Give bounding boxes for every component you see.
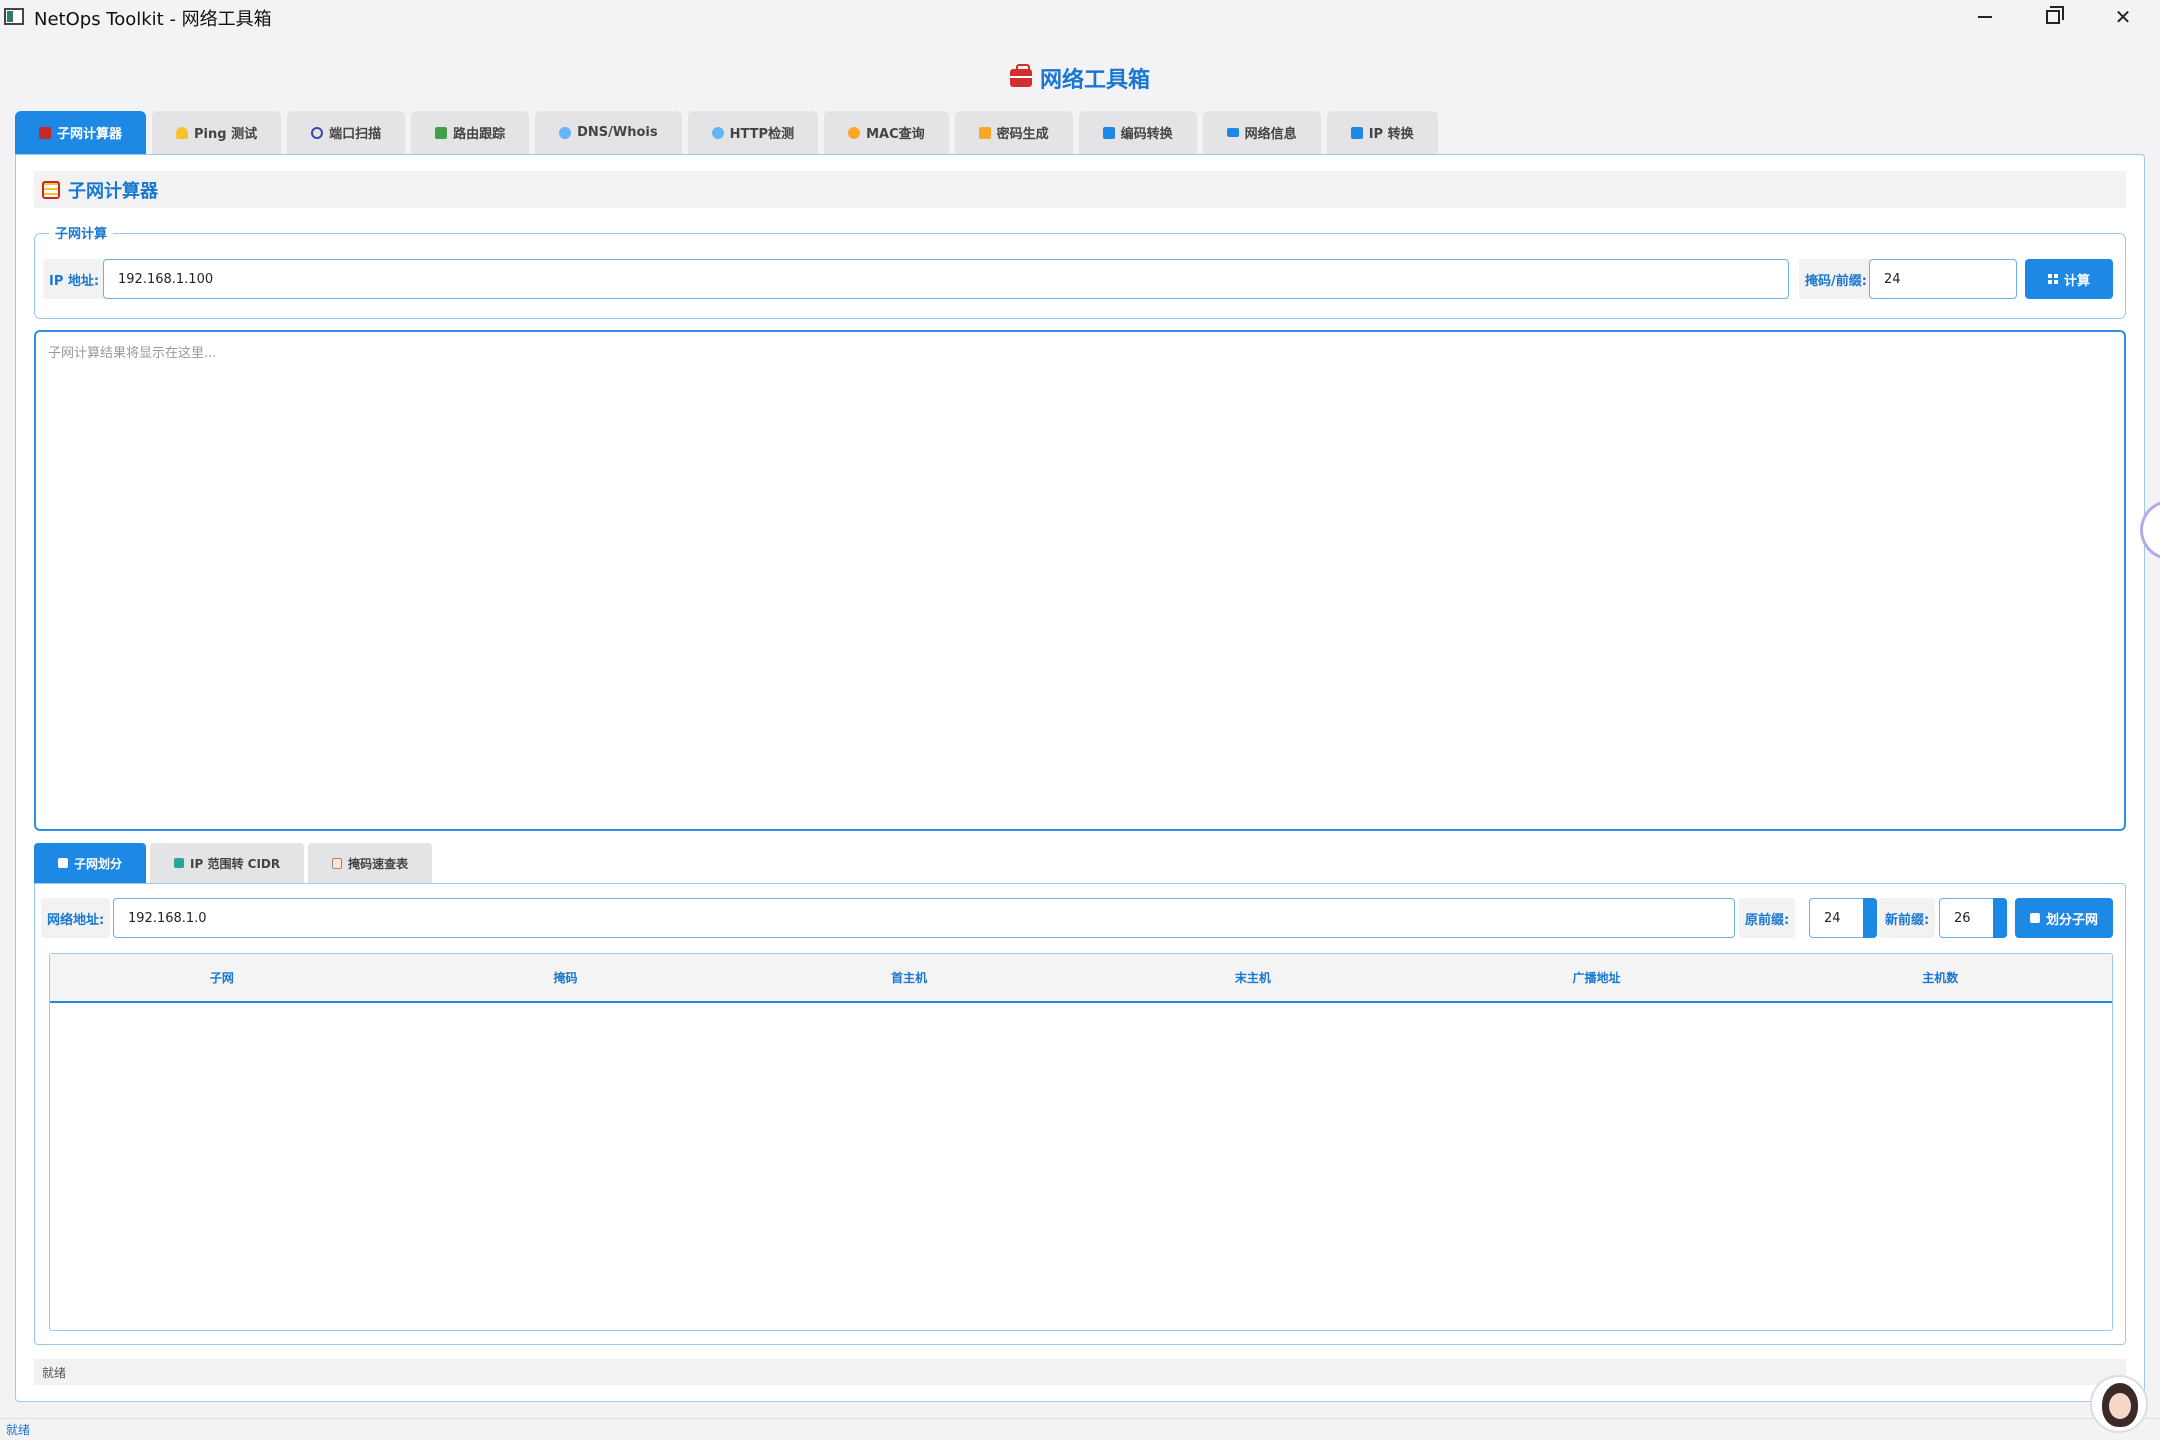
abacus-icon (39, 126, 51, 139)
column-header[interactable]: 末主机 (1081, 954, 1425, 1001)
globe-icon (559, 126, 572, 139)
subnet-table[interactable]: 子网 掩码 首主机 末主机 广播地址 主机数 (49, 953, 2113, 1331)
toolbox-icon (1009, 64, 1032, 87)
tab-label: 子网划分 (74, 856, 123, 871)
title-bar: NetOps Toolkit - 网络工具箱 ✕ (0, 0, 2160, 33)
tab-subnet-calculator[interactable]: 子网计算器 (15, 111, 147, 154)
calculate-label: 计算 (2063, 273, 2090, 289)
window-title: NetOps Toolkit - 网络工具箱 (34, 9, 272, 30)
subnet-divide-panel: 网络地址: 192.168.1.0 原前缀: 24 新前缀: 26 划分子网 子… (34, 883, 2126, 1345)
tab-label: 网络信息 (1244, 127, 1297, 142)
lock-icon (978, 126, 991, 139)
tab-label: 编码转换 (1120, 127, 1173, 142)
tab-label: IP 转换 (1368, 127, 1414, 142)
tab-label: 路由跟踪 (453, 127, 506, 142)
maximize-button[interactable] (2018, 0, 2088, 33)
main-tab-bar: 子网计算器 Ping 测试 端口扫描 路由跟踪 DNS/Whois HTTP检测… (15, 111, 1438, 154)
app-icon (4, 8, 24, 25)
section-header: 子网计算器 (34, 171, 2126, 208)
swap-icon (1350, 126, 1363, 139)
ip-input[interactable]: 192.168.1.100 (103, 259, 1789, 299)
group-title: 子网计算 (49, 223, 114, 242)
tab-network-info[interactable]: 网络信息 (1202, 111, 1321, 154)
tab-password-gen[interactable]: 密码生成 (954, 111, 1073, 154)
tab-port-scan[interactable]: 端口扫描 (287, 111, 406, 154)
column-header[interactable]: 掩码 (394, 954, 738, 1001)
magnifier-icon (311, 126, 324, 139)
grid-icon (2047, 274, 2058, 284)
clipboard-icon (332, 857, 343, 869)
new-prefix-spinner[interactable] (1993, 898, 2007, 938)
subnet-calc-group: 子网计算 IP 地址: 192.168.1.100 掩码/前缀: 24 计算 (34, 223, 2126, 319)
tab-dns-whois[interactable]: DNS/Whois (535, 111, 682, 154)
divide-label: 划分子网 (2045, 912, 2098, 928)
mask-input[interactable]: 24 (1869, 259, 2017, 299)
tab-mac-lookup[interactable]: MAC查询 (824, 111, 949, 154)
status-bar: 就绪 (0, 1418, 2160, 1440)
id-icon (848, 126, 861, 139)
tab-label: 端口扫描 (329, 127, 382, 142)
swap-icon (174, 858, 185, 868)
tab-label: 子网计算器 (57, 127, 123, 142)
ruler-icon (58, 858, 68, 868)
tab-ping[interactable]: Ping 测试 (152, 111, 282, 154)
tab-ip-convert[interactable]: IP 转换 (1326, 111, 1438, 154)
result-output[interactable]: 子网计算结果将显示在这里... (34, 330, 2126, 831)
close-button[interactable]: ✕ (2088, 0, 2158, 33)
tab-mask-table[interactable]: 掩码速查表 (308, 843, 433, 883)
section-title: 子网计算器 (68, 180, 158, 202)
monitor-icon (1226, 128, 1239, 137)
tab-label: MAC查询 (866, 127, 925, 142)
tab-http-check[interactable]: HTTP检测 (687, 111, 819, 154)
close-icon: ✕ (2114, 4, 2132, 29)
restore-icon (2046, 5, 2064, 24)
new-prefix-label: 新前缀: (1879, 898, 1936, 938)
assistant-avatar[interactable] (2090, 1375, 2148, 1433)
tab-label: 掩码速查表 (348, 856, 409, 871)
orig-prefix-spinner[interactable] (1863, 898, 1877, 938)
tab-label: DNS/Whois (577, 125, 658, 140)
app-title: 网络工具箱 (1039, 68, 1150, 93)
table-header: 子网 掩码 首主机 末主机 广播地址 主机数 (50, 954, 2112, 1003)
network-input[interactable]: 192.168.1.0 (113, 898, 1735, 938)
subnet-calculator-panel: 子网计算器 子网计算 IP 地址: 192.168.1.100 掩码/前缀: 2… (15, 154, 2145, 1402)
column-header[interactable]: 子网 (50, 954, 394, 1001)
tab-label: 密码生成 (996, 127, 1049, 142)
abacus-icon (42, 180, 60, 199)
panel-status: 就绪 (34, 1359, 2126, 1385)
column-header[interactable]: 首主机 (737, 954, 1081, 1001)
tab-label: Ping 测试 (194, 127, 258, 142)
tab-label: HTTP检测 (729, 127, 795, 142)
column-header[interactable]: 主机数 (1768, 954, 2112, 1001)
orig-prefix-label: 原前缀: (1739, 898, 1796, 938)
swap-icon (1102, 126, 1115, 139)
divide-subnet-button[interactable]: 划分子网 (2015, 898, 2113, 938)
ip-label: IP 地址: (43, 259, 106, 299)
tab-range-to-cidr[interactable]: IP 范围转 CIDR (150, 843, 305, 883)
map-icon (435, 126, 448, 139)
mask-label: 掩码/前缀: (1799, 259, 1873, 299)
network-label: 网络地址: (41, 898, 111, 938)
calculate-button[interactable]: 计算 (2025, 259, 2113, 299)
sub-tab-bar: 子网划分 IP 范围转 CIDR 掩码速查表 (34, 843, 433, 883)
app-header: 网络工具箱 (0, 58, 2160, 98)
tab-subnet-divide[interactable]: 子网划分 (34, 843, 147, 883)
tab-label: IP 范围转 CIDR (190, 856, 281, 871)
column-header[interactable]: 广播地址 (1425, 954, 1769, 1001)
minimize-button[interactable] (1950, 0, 2020, 33)
globe-icon (711, 126, 724, 139)
tab-encoding[interactable]: 编码转换 (1078, 111, 1197, 154)
tab-traceroute[interactable]: 路由跟踪 (411, 111, 530, 154)
ruler-icon (2029, 913, 2040, 923)
bell-icon (176, 126, 189, 139)
